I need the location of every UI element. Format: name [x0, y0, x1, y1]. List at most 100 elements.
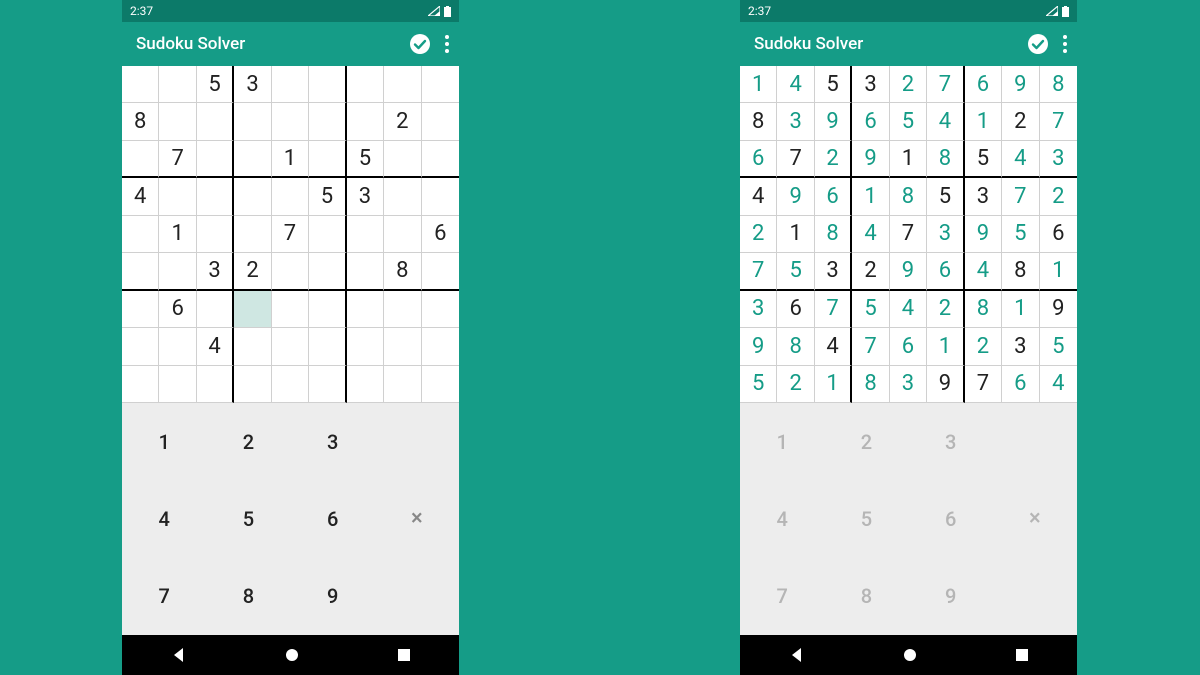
sudoku-cell[interactable] [384, 291, 421, 328]
sudoku-cell[interactable]: 9 [1002, 66, 1039, 103]
keypad-key-4[interactable]: 4 [740, 480, 824, 557]
sudoku-cell[interactable] [347, 291, 384, 328]
sudoku-cell[interactable] [384, 216, 421, 253]
sudoku-cell[interactable]: 6 [890, 328, 927, 365]
sudoku-cell[interactable]: 9 [965, 216, 1002, 253]
sudoku-cell[interactable]: 8 [890, 178, 927, 215]
sudoku-cell[interactable] [347, 66, 384, 103]
sudoku-cell[interactable] [234, 141, 271, 178]
keypad-key-5[interactable]: 5 [824, 480, 908, 557]
sudoku-cell[interactable]: 9 [890, 253, 927, 290]
sudoku-cell[interactable]: 1 [927, 328, 964, 365]
sudoku-cell[interactable]: 7 [965, 366, 1002, 403]
sudoku-cell[interactable]: 6 [422, 216, 459, 253]
sudoku-cell[interactable] [234, 291, 271, 328]
sudoku-cell[interactable] [347, 253, 384, 290]
sudoku-cell[interactable]: 3 [1002, 328, 1039, 365]
sudoku-cell[interactable]: 4 [777, 66, 814, 103]
sudoku-cell[interactable]: 5 [890, 103, 927, 140]
sudoku-cell[interactable]: 1 [852, 178, 889, 215]
sudoku-cell[interactable] [309, 141, 346, 178]
sudoku-cell[interactable]: 4 [890, 291, 927, 328]
keypad-key-7[interactable]: 7 [740, 558, 824, 635]
sudoku-cell[interactable]: 7 [777, 141, 814, 178]
sudoku-cell[interactable] [159, 366, 196, 403]
sudoku-cell[interactable] [122, 141, 159, 178]
sudoku-cell[interactable]: 5 [740, 366, 777, 403]
sudoku-cell[interactable]: 7 [1002, 178, 1039, 215]
sudoku-cell[interactable] [422, 178, 459, 215]
sudoku-cell[interactable]: 5 [347, 141, 384, 178]
sudoku-cell[interactable]: 4 [1002, 141, 1039, 178]
sudoku-cell[interactable]: 5 [777, 253, 814, 290]
sudoku-cell[interactable] [347, 103, 384, 140]
keypad-key-2[interactable]: 2 [206, 403, 290, 480]
sudoku-cell[interactable]: 6 [852, 103, 889, 140]
nav-home-icon[interactable] [902, 647, 918, 663]
sudoku-cell[interactable]: 4 [852, 216, 889, 253]
keypad-key-1[interactable]: 1 [740, 403, 824, 480]
sudoku-cell[interactable]: 2 [852, 253, 889, 290]
sudoku-cell[interactable]: 1 [1002, 291, 1039, 328]
sudoku-cell[interactable]: 3 [347, 178, 384, 215]
sudoku-cell[interactable] [422, 328, 459, 365]
sudoku-cell[interactable]: 7 [1040, 103, 1077, 140]
sudoku-cell[interactable]: 3 [890, 366, 927, 403]
sudoku-cell[interactable] [422, 291, 459, 328]
sudoku-cell[interactable] [347, 328, 384, 365]
sudoku-cell[interactable]: 9 [815, 103, 852, 140]
sudoku-cell[interactable]: 3 [852, 66, 889, 103]
nav-back-icon[interactable] [789, 647, 805, 663]
sudoku-cell[interactable] [234, 328, 271, 365]
keypad-key-5[interactable]: 5 [206, 480, 290, 557]
sudoku-cell[interactable]: 6 [159, 291, 196, 328]
sudoku-cell[interactable]: 4 [740, 178, 777, 215]
keypad-key-9[interactable]: 9 [909, 558, 993, 635]
sudoku-cell[interactable] [309, 328, 346, 365]
nav-recent-icon[interactable] [1015, 648, 1029, 662]
sudoku-cell[interactable]: 4 [965, 253, 1002, 290]
sudoku-cell[interactable]: 1 [890, 141, 927, 178]
nav-home-icon[interactable] [284, 647, 300, 663]
sudoku-cell[interactable]: 1 [159, 216, 196, 253]
sudoku-cell[interactable]: 5 [197, 66, 234, 103]
sudoku-cell[interactable]: 4 [815, 328, 852, 365]
sudoku-cell[interactable] [197, 216, 234, 253]
sudoku-cell[interactable] [159, 178, 196, 215]
sudoku-cell[interactable] [309, 103, 346, 140]
sudoku-cell[interactable] [422, 66, 459, 103]
sudoku-cell[interactable] [122, 328, 159, 365]
sudoku-cell[interactable]: 5 [815, 66, 852, 103]
sudoku-cell[interactable] [122, 66, 159, 103]
keypad-key-9[interactable]: 9 [291, 558, 375, 635]
sudoku-cell[interactable] [272, 178, 309, 215]
sudoku-cell[interactable]: 1 [965, 103, 1002, 140]
sudoku-cell[interactable]: 6 [1002, 366, 1039, 403]
sudoku-cell[interactable]: 8 [1040, 66, 1077, 103]
sudoku-cell[interactable]: 7 [890, 216, 927, 253]
keypad-key-8[interactable]: 8 [824, 558, 908, 635]
more-icon[interactable] [445, 35, 449, 53]
sudoku-cell[interactable] [347, 216, 384, 253]
sudoku-cell[interactable] [309, 291, 346, 328]
sudoku-cell[interactable]: 3 [234, 66, 271, 103]
sudoku-cell[interactable]: 5 [1002, 216, 1039, 253]
sudoku-cell[interactable]: 8 [815, 216, 852, 253]
keypad-key-6[interactable]: 6 [291, 480, 375, 557]
sudoku-cell[interactable] [197, 103, 234, 140]
sudoku-cell[interactable] [272, 253, 309, 290]
sudoku-cell[interactable]: 7 [272, 216, 309, 253]
sudoku-cell[interactable]: 2 [384, 103, 421, 140]
sudoku-cell[interactable]: 4 [1040, 366, 1077, 403]
sudoku-cell[interactable] [309, 253, 346, 290]
keypad-key-2[interactable]: 2 [824, 403, 908, 480]
sudoku-cell[interactable]: 5 [852, 291, 889, 328]
sudoku-cell[interactable]: 8 [852, 366, 889, 403]
sudoku-cell[interactable] [384, 141, 421, 178]
sudoku-cell[interactable]: 8 [777, 328, 814, 365]
sudoku-cell[interactable] [122, 253, 159, 290]
sudoku-cell[interactable] [309, 216, 346, 253]
sudoku-cell[interactable] [272, 66, 309, 103]
sudoku-cell[interactable] [159, 253, 196, 290]
sudoku-grid[interactable]: 1453276988396541276729185434961853722184… [740, 66, 1077, 403]
